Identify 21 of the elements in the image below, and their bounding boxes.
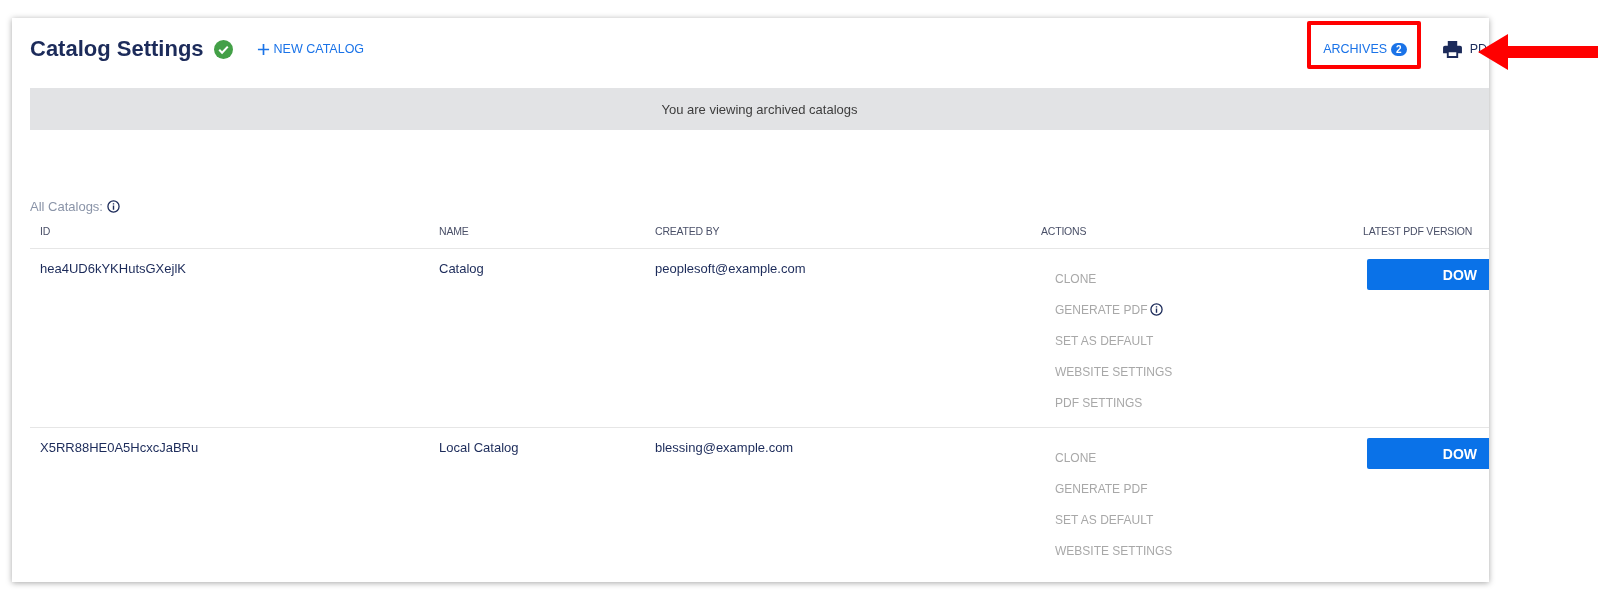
- table-cell-text: hea4UD6kYKHutsGXejlK: [39, 260, 187, 278]
- column-header: LATEST PDF VERSION: [1362, 225, 1474, 237]
- download-button[interactable]: DOW: [1367, 438, 1489, 469]
- plus-icon: [256, 42, 270, 56]
- notice-text: You are viewing archived catalogs: [661, 101, 858, 117]
- table-cell-text: peoplesoft@example.com: [654, 260, 807, 278]
- printer-icon[interactable]: [1442, 40, 1462, 58]
- column-header: CREATED BY: [654, 225, 721, 237]
- download-button[interactable]: DOW: [1367, 259, 1489, 290]
- column-header: ACTIONS: [1040, 225, 1088, 237]
- table-cell-text: X5RR88HE0A5HcxcJaBRu: [39, 439, 200, 457]
- table-cell-text: blessing@example.com: [654, 439, 795, 457]
- column-header: ID: [39, 225, 52, 237]
- table-cell-text: Catalog: [438, 260, 485, 278]
- archives-link[interactable]: ARCHIVES 2: [1323, 42, 1407, 56]
- column-header: NAME: [438, 225, 470, 237]
- table-caption: All Catalogs:: [30, 199, 103, 214]
- table-cell-text: Local Catalog: [438, 439, 520, 457]
- new-catalog-link[interactable]: NEW CATALOG: [256, 42, 365, 56]
- page-title: Catalog Settings: [30, 36, 204, 62]
- info-icon: [107, 200, 120, 213]
